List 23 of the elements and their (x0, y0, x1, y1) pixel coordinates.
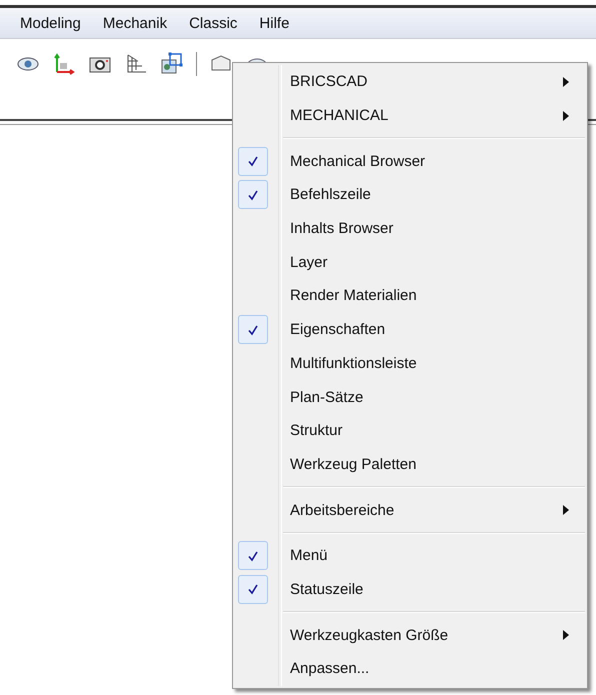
menu-item[interactable]: BRICSCAD (233, 65, 587, 99)
menu-item[interactable]: Struktur (233, 414, 587, 448)
menu-item[interactable]: Render Materialien (233, 279, 587, 313)
menu-item[interactable]: Multifunktionsleiste (233, 346, 587, 380)
menu-item[interactable]: Inhalts Browser (233, 212, 587, 246)
menu-bar-item[interactable]: Mechanik (92, 9, 180, 37)
menu-bar-item[interactable]: Modeling (10, 9, 93, 37)
menu-bar-item[interactable]: Hilfe (249, 9, 302, 37)
menu-item[interactable]: Werkzeugkasten Größe (233, 618, 587, 652)
menu-item[interactable]: Plan-Sätze (233, 380, 587, 414)
menu-item[interactable]: Statuszeile (233, 572, 587, 606)
menu-item[interactable]: Befehlszeile (233, 178, 587, 212)
menu-item[interactable]: Anpassen... (233, 652, 587, 686)
axes-icon[interactable] (52, 52, 76, 76)
menu-item[interactable]: Layer (233, 245, 587, 280)
menu-item[interactable]: Menü (233, 538, 587, 573)
menu-item[interactable]: Eigenschaften (233, 312, 587, 346)
menu-item[interactable]: Arbeitsbereiche (233, 493, 587, 527)
menu-item[interactable]: Werkzeug Paletten (233, 448, 587, 482)
menu-item[interactable]: Mechanical Browser (233, 144, 587, 178)
menu-bar-item[interactable]: Classic (179, 9, 250, 37)
image-select-icon[interactable] (160, 52, 184, 76)
menu-item[interactable]: MECHANICAL (233, 98, 587, 132)
